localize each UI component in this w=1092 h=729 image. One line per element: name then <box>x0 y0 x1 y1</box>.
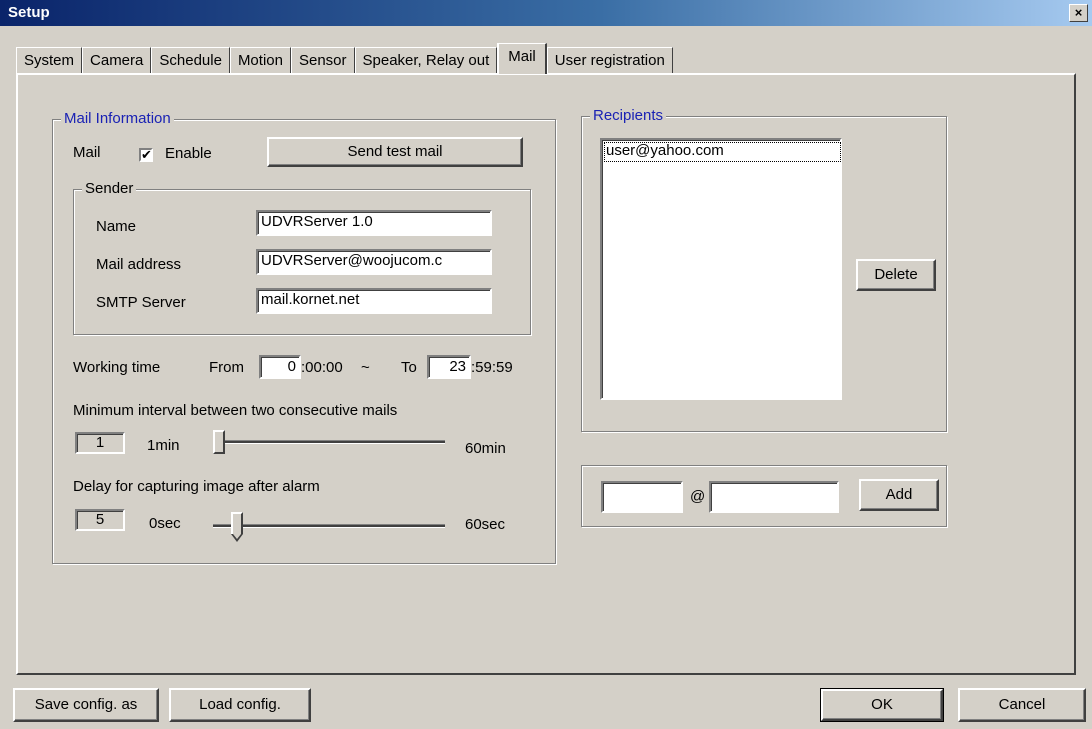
interval-max-label: 60min <box>465 440 506 457</box>
interval-slider-thumb[interactable] <box>213 430 225 454</box>
interval-value-box: 1 <box>75 432 125 454</box>
mail-label: Mail <box>73 144 101 161</box>
working-time-label: Working time <box>73 359 161 376</box>
tab-mail[interactable]: Mail <box>497 43 547 74</box>
mail-information-label: Mail Information <box>61 110 174 128</box>
name-label: Name <box>96 218 137 235</box>
interval-slider-track[interactable] <box>213 440 445 444</box>
recipients-label: Recipients <box>590 107 667 125</box>
mail-information-group: Mail Information Mail ✔ Enable Send test… <box>52 110 556 564</box>
sender-group: Sender Name UDVRServer 1.0 Mail address … <box>73 180 531 335</box>
tab-user-registration[interactable]: User registration <box>546 47 673 74</box>
tab-motion[interactable]: Motion <box>229 47 291 74</box>
ok-button[interactable]: OK <box>820 688 944 722</box>
name-field[interactable]: UDVRServer 1.0 <box>256 210 492 236</box>
interval-min-label: 1min <box>147 437 180 454</box>
recipient-user-input[interactable] <box>601 481 683 513</box>
time-range-tilde: ~ <box>361 359 370 376</box>
at-symbol: @ <box>690 488 706 505</box>
tab-speaker-relay-out[interactable]: Speaker, Relay out <box>354 47 498 74</box>
to-suffix: :59:59 <box>471 359 513 376</box>
load-config-button[interactable]: Load config. <box>169 688 311 722</box>
to-label: To <box>401 359 417 376</box>
tab-camera[interactable]: Camera <box>82 47 152 74</box>
add-button[interactable]: Add <box>859 479 939 511</box>
delay-slider-thumb[interactable] <box>231 512 244 542</box>
smtp-server-label: SMTP Server <box>96 294 186 311</box>
tab-system[interactable]: System <box>16 47 83 74</box>
delay-max-label: 60sec <box>465 516 506 533</box>
delay-min-label: 0sec <box>149 515 181 532</box>
send-test-mail-button[interactable]: Send test mail <box>267 137 523 167</box>
close-button[interactable]: × <box>1069 4 1088 22</box>
tab-strip: System Camera Schedule Motion Sensor Spe… <box>16 43 673 74</box>
interval-label: Minimum interval between two consecutive… <box>73 402 398 419</box>
enable-checkbox[interactable]: ✔ <box>139 148 153 162</box>
tab-sensor[interactable]: Sensor <box>290 47 355 74</box>
from-hour-field[interactable]: 0 <box>259 355 301 379</box>
title-bar: Setup × <box>0 0 1092 26</box>
recipients-list[interactable]: user@yahoo.com <box>600 138 842 400</box>
enable-label[interactable]: Enable <box>165 145 212 163</box>
delay-value-box: 5 <box>75 509 125 531</box>
from-label: From <box>209 359 244 376</box>
delay-slider-track[interactable] <box>213 524 445 528</box>
sender-label: Sender <box>82 180 137 198</box>
mail-address-field[interactable]: UDVRServer@woojucom.c <box>256 249 492 275</box>
list-item[interactable]: user@yahoo.com <box>604 142 841 162</box>
mail-address-label: Mail address <box>96 256 182 273</box>
window-title: Setup <box>8 4 50 21</box>
save-config-as-button[interactable]: Save config. as <box>13 688 159 722</box>
to-hour-field[interactable]: 23 <box>427 355 471 379</box>
recipients-group: Recipients user@yahoo.com Delete <box>581 107 947 432</box>
smtp-server-field[interactable]: mail.kornet.net <box>256 288 492 314</box>
cancel-button[interactable]: Cancel <box>958 688 1086 722</box>
tab-schedule[interactable]: Schedule <box>151 47 230 74</box>
delay-label: Delay for capturing image after alarm <box>73 478 320 495</box>
recipient-domain-input[interactable] <box>709 481 839 513</box>
add-recipient-group: @ Add <box>581 465 947 527</box>
delete-button[interactable]: Delete <box>856 259 936 291</box>
from-suffix: :00:00 <box>301 359 343 376</box>
mail-tab-panel: Mail Information Mail ✔ Enable Send test… <box>16 73 1076 675</box>
